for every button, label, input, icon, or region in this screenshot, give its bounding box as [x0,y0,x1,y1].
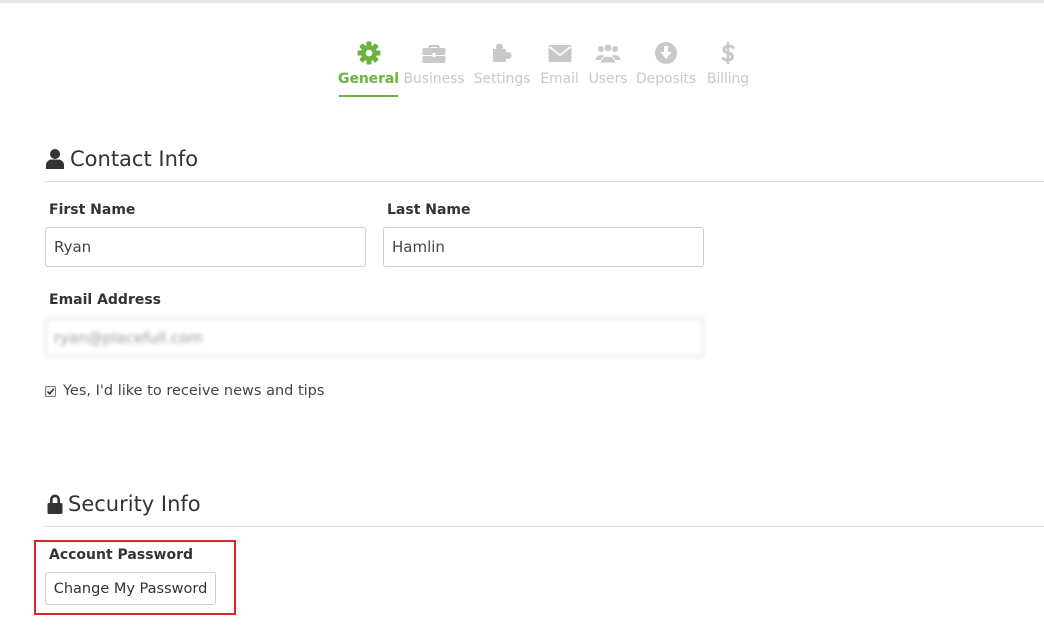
user-icon [45,148,65,170]
change-password-button[interactable]: Change My Password [45,572,216,605]
puzzle-icon [489,40,515,66]
newsletter-checkbox[interactable] [45,385,56,397]
last-name-label: Last Name [387,202,471,218]
tab-label: Deposits [636,71,697,87]
envelope-icon [547,40,573,66]
tab-deposits[interactable]: Deposits [636,40,696,97]
arrow-circle-down-icon [653,40,679,66]
briefcase-icon [421,40,447,66]
tab-business[interactable]: Business [403,40,465,97]
email-input[interactable] [45,318,704,357]
lock-icon [45,493,63,515]
dollar-icon [715,40,741,66]
contact-info-heading: Contact Info [45,144,198,174]
email-label: Email Address [49,292,162,308]
tab-email[interactable]: Email [539,40,580,97]
top-border [0,0,1044,3]
first-name-label: First Name [49,202,136,218]
security-info-heading: Security Info [45,489,201,519]
newsletter-option: Yes, I'd like to receive news and tips [45,383,324,399]
tab-label: Business [403,71,465,87]
section-title-text: Security Info [68,492,201,516]
section-title-text: Contact Info [70,147,199,171]
gear-icon [356,40,382,66]
tab-billing[interactable]: Billing [705,40,751,97]
first-name-input[interactable] [45,227,366,267]
settings-tabs: General Business Settings Email Users De… [0,40,1044,100]
tab-label: Settings [473,71,531,87]
tab-label: General [338,71,399,87]
tab-label: Billing [706,71,750,87]
users-icon [595,40,621,66]
newsletter-label: Yes, I'd like to receive news and tips [63,383,325,399]
tab-label: Users [588,71,628,87]
account-password-label: Account Password [49,547,194,563]
section-divider [44,526,1044,527]
tab-users[interactable]: Users [588,40,628,97]
tab-label: Email [540,71,579,87]
tab-settings[interactable]: Settings [473,40,531,97]
last-name-input[interactable] [383,227,704,267]
tab-general[interactable]: General [338,40,399,97]
section-divider [44,181,1044,182]
